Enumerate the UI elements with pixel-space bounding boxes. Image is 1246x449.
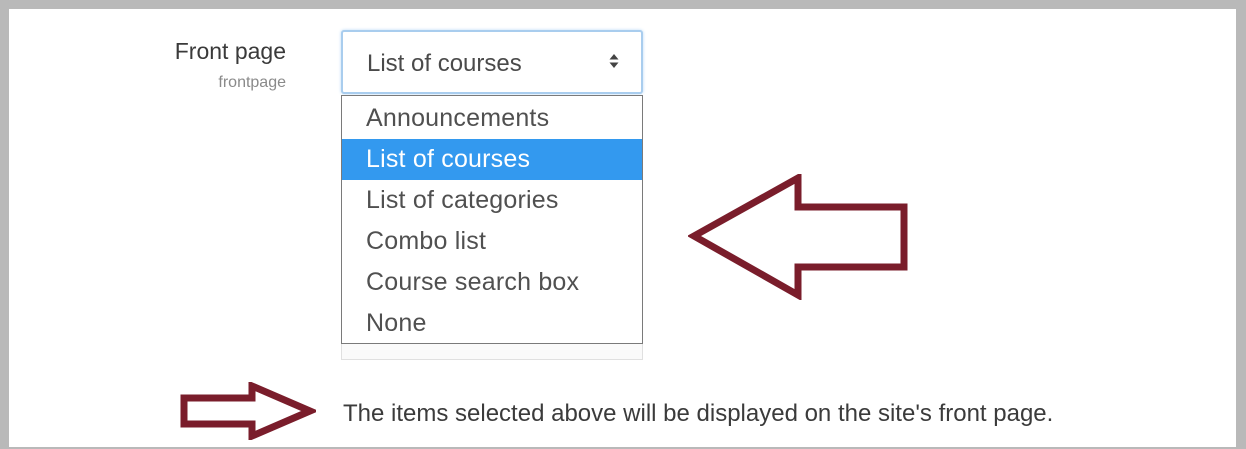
up-down-caret-icon	[609, 54, 619, 68]
select-options-list: Announcements List of courses List of ca…	[341, 95, 643, 344]
option-none[interactable]: None	[342, 303, 642, 344]
front-page-select[interactable]: List of courses	[341, 30, 643, 94]
setting-key: frontpage	[218, 74, 286, 91]
left-arrow-icon	[688, 174, 908, 300]
help-text: The items selected above will be display…	[343, 400, 1054, 427]
option-list-of-courses[interactable]: List of courses	[342, 139, 642, 180]
setting-title: Front page	[174, 38, 286, 64]
option-announcements[interactable]: Announcements	[342, 98, 642, 139]
option-course-search-box[interactable]: Course search box	[342, 262, 642, 303]
option-list-of-categories[interactable]: List of categories	[342, 180, 642, 221]
select-underlay	[341, 344, 643, 360]
right-arrow-icon	[180, 382, 316, 440]
select-current-value: List of courses	[367, 50, 522, 77]
option-combo-list[interactable]: Combo list	[342, 221, 642, 262]
setting-label: Front page frontpage	[86, 38, 286, 92]
